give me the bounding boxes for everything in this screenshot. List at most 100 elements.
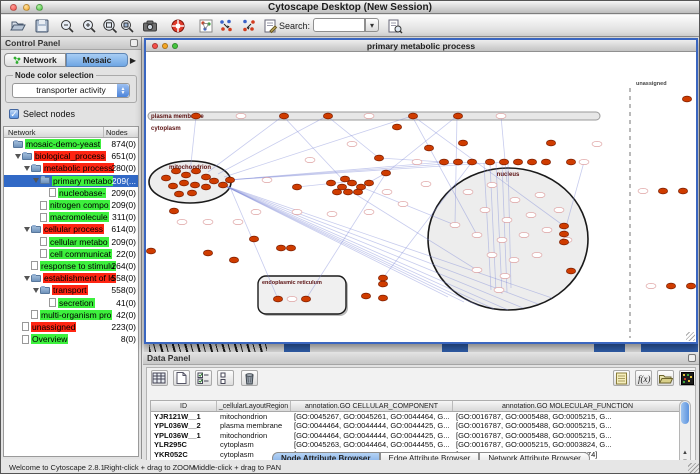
window-resize-grip[interactable]	[688, 463, 699, 474]
network-node[interactable]	[453, 113, 462, 119]
search-input[interactable]	[313, 18, 365, 32]
network-node[interactable]	[174, 191, 183, 197]
function-builder-icon[interactable]: f(x)	[635, 370, 652, 386]
network-node[interactable]	[658, 188, 667, 194]
network-node[interactable]	[343, 189, 352, 195]
open-icon[interactable]	[9, 17, 27, 35]
layout-scatter-2-icon[interactable]	[240, 17, 258, 35]
help-lifebuoy-icon[interactable]	[169, 17, 187, 35]
network-node[interactable]	[353, 189, 362, 195]
network-node[interactable]	[467, 159, 476, 165]
network-node[interactable]	[332, 189, 341, 195]
annotation-icon[interactable]	[261, 17, 279, 35]
attribute-notepad-icon[interactable]	[613, 370, 630, 386]
network-node[interactable]	[686, 283, 695, 289]
network-node[interactable]	[408, 113, 417, 119]
network-node[interactable]	[458, 140, 467, 146]
network-tree-row[interactable]: mosaic-demo-yeast874(0)	[4, 138, 138, 150]
network-node[interactable]	[682, 96, 691, 102]
tree-expand-arrow-icon[interactable]	[33, 287, 40, 294]
network-tree-row[interactable]: establishment of lo558(0)	[4, 272, 138, 284]
network-node[interactable]	[424, 145, 433, 151]
network-node[interactable]	[169, 208, 178, 214]
zoom-in-icon[interactable]	[80, 17, 98, 35]
network-node[interactable]	[161, 175, 170, 181]
network-node[interactable]	[279, 113, 288, 119]
network-node[interactable]	[203, 250, 212, 256]
network-node[interactable]	[292, 184, 301, 190]
network-node[interactable]	[249, 236, 258, 242]
network-node[interactable]	[168, 183, 177, 189]
network-node[interactable]	[566, 268, 575, 274]
tree-expand-arrow-icon[interactable]	[24, 275, 31, 282]
network-node[interactable]	[229, 257, 238, 263]
table-row[interactable]: YLR295Ccytoplasm[GO:0045263, GO:0044464,…	[151, 440, 685, 449]
import-attributes-icon[interactable]	[657, 370, 674, 386]
zoom-selected-icon[interactable]	[118, 17, 136, 35]
network-node[interactable]	[378, 281, 387, 287]
frame-minimize-button[interactable]	[162, 43, 168, 49]
network-canvas[interactable]: plasma membranecytoplasmmitochondrionnuc…	[146, 52, 696, 342]
network-tree-row[interactable]: unassigned223(0)	[4, 321, 138, 333]
save-icon[interactable]	[33, 17, 51, 35]
network-node[interactable]	[171, 168, 180, 174]
network-node[interactable]	[559, 231, 568, 237]
network-tree-row[interactable]: nucleobase-209(0)	[4, 187, 138, 199]
column-header[interactable]: annotation.GO CELLULAR_COMPONENT	[291, 401, 453, 411]
search-advanced-icon[interactable]	[386, 17, 404, 35]
network-node[interactable]	[209, 178, 218, 184]
network-tree-row[interactable]: cellular process614(0)	[4, 223, 138, 235]
network-tree-row[interactable]: secretion41(0)	[4, 296, 138, 308]
network-node[interactable]	[190, 182, 199, 188]
network-node[interactable]	[566, 159, 575, 165]
network-node[interactable]	[191, 113, 200, 119]
network-node[interactable]	[179, 180, 188, 186]
select-nodes-checkbox[interactable]: ✓	[9, 109, 19, 119]
frame-maximize-button[interactable]	[172, 43, 178, 49]
network-node[interactable]	[191, 168, 200, 174]
column-header[interactable]: _cellularLayoutRegion	[217, 401, 291, 411]
network-node[interactable]	[323, 113, 332, 119]
scrollbar-thumb[interactable]	[681, 402, 689, 424]
close-window-button[interactable]	[10, 4, 17, 11]
tab-mosaic[interactable]: Mosaic	[66, 53, 128, 67]
network-node[interactable]	[146, 248, 155, 254]
tree-column-nodes[interactable]: Nodes	[104, 127, 138, 137]
network-node[interactable]	[181, 172, 190, 178]
unselect-attributes-icon[interactable]	[217, 370, 234, 386]
canvas-resize-grip[interactable]	[686, 332, 695, 341]
network-node[interactable]	[559, 239, 568, 245]
network-node[interactable]	[374, 155, 383, 161]
network-view-titlebar[interactable]: primary metabolic process	[146, 40, 696, 52]
network-tree-row[interactable]: metabolic process280(0)	[4, 162, 138, 174]
network-node[interactable]	[273, 296, 282, 302]
search-dropdown-button[interactable]: ▾	[365, 18, 379, 32]
network-node[interactable]	[439, 159, 448, 165]
float-panel-icon[interactable]	[130, 39, 138, 47]
zoom-out-icon[interactable]	[58, 17, 76, 35]
network-node[interactable]	[541, 159, 550, 165]
new-document-icon[interactable]	[173, 370, 190, 386]
network-node[interactable]	[378, 275, 387, 281]
network-node[interactable]	[392, 124, 401, 130]
network-node[interactable]	[513, 159, 522, 165]
network-node[interactable]	[527, 159, 536, 165]
tab-network[interactable]: Network	[4, 53, 66, 67]
network-node[interactable]	[326, 180, 335, 186]
network-node[interactable]	[499, 159, 508, 165]
network-node[interactable]	[453, 159, 462, 165]
column-header[interactable]: annotation.GO MOLECULAR_FUNCTION	[453, 401, 683, 411]
scroll-up-button[interactable]: ▲	[680, 449, 690, 458]
layout-scatter-1-icon[interactable]	[217, 17, 235, 35]
table-row[interactable]: YJR121W__1mitochondrion[GO:0045267, GO:0…	[151, 412, 685, 421]
column-header[interactable]: ID	[151, 401, 217, 411]
zoom-fit-icon[interactable]	[101, 17, 119, 35]
network-tree-row[interactable]: primary metabo209(...	[4, 175, 138, 187]
network-node[interactable]	[201, 184, 210, 190]
network-node[interactable]	[546, 140, 555, 146]
maximize-window-button[interactable]	[36, 4, 43, 11]
attribute-matrix-icon[interactable]	[679, 370, 696, 386]
tree-expand-arrow-icon[interactable]	[24, 226, 31, 233]
network-node[interactable]	[276, 245, 285, 251]
network-node[interactable]	[666, 283, 675, 289]
